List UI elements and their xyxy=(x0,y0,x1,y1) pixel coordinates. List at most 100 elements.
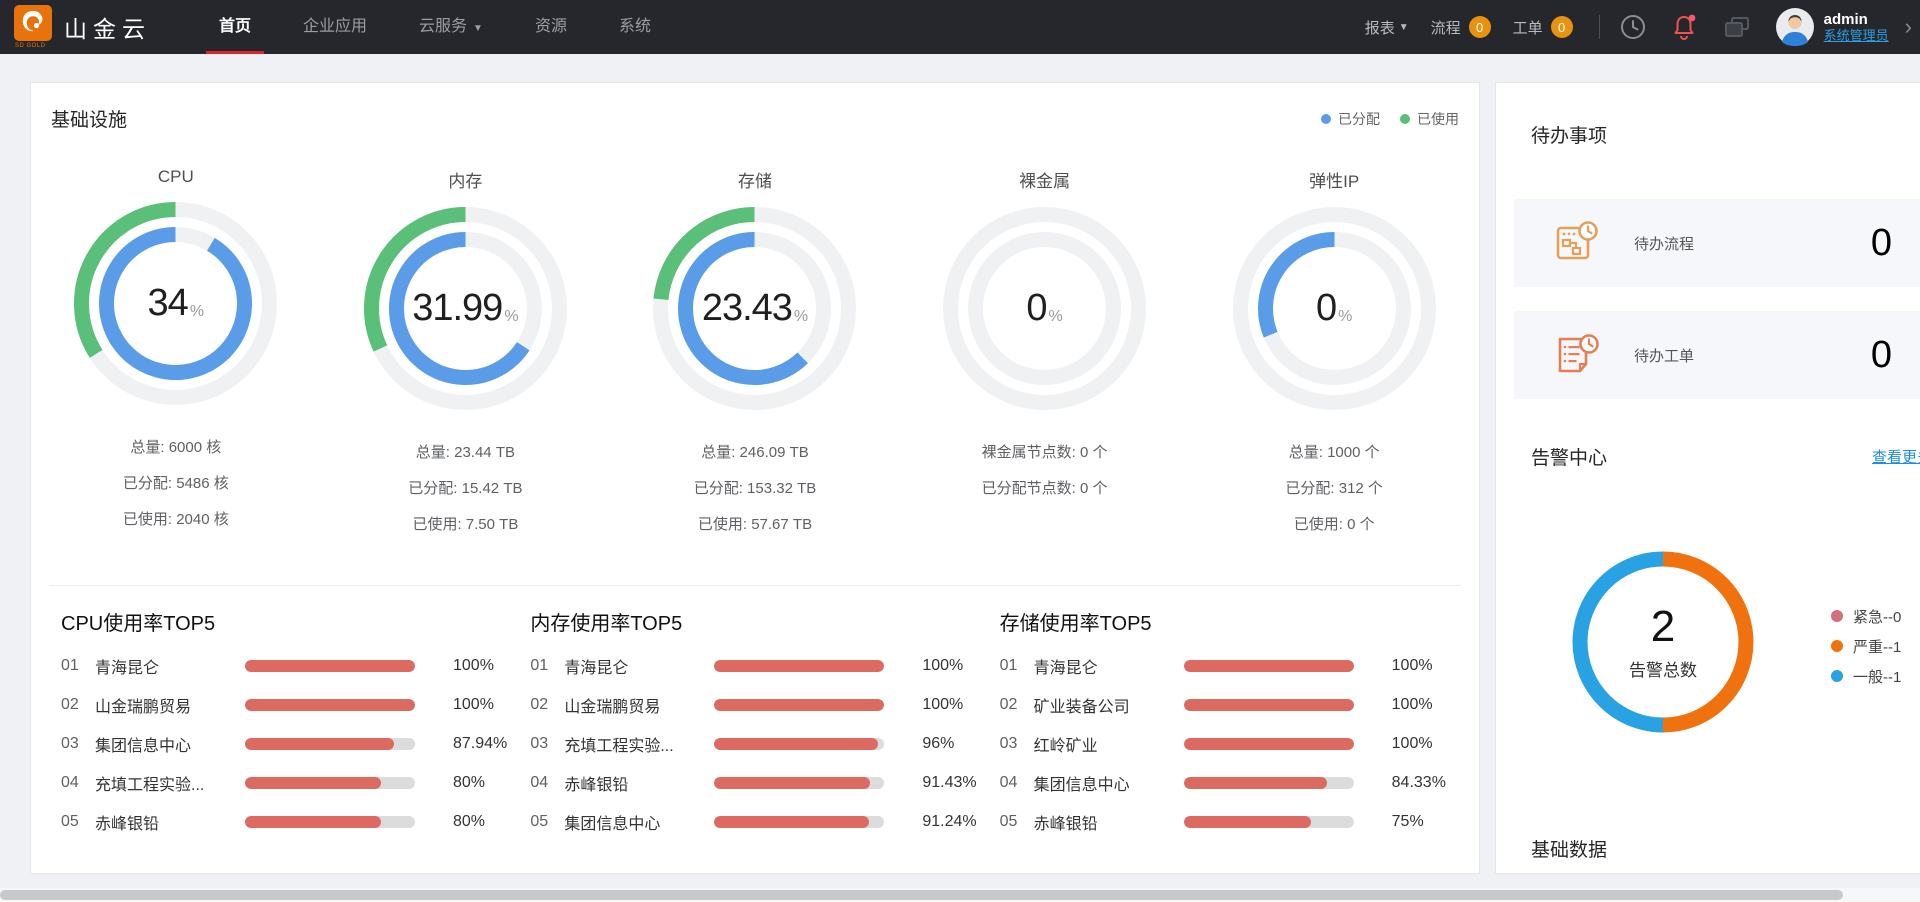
top5-row-item: 03充填工程实验...96% xyxy=(530,724,979,763)
gauge-center-value: 0% xyxy=(1232,206,1437,411)
gauges-row: CPU34%总量: 6000 核已分配: 5486 核已使用: 2040 核内存… xyxy=(31,167,1479,543)
usage-bar xyxy=(714,777,884,789)
legend-label: 已分配 xyxy=(1338,109,1380,129)
rank-label: 04 xyxy=(61,774,95,792)
usage-bar-fill xyxy=(714,816,869,828)
usage-percent: 100% xyxy=(453,696,494,714)
usage-bar xyxy=(714,660,884,672)
main-menu: 首页企业应用云服务▼资源系统 xyxy=(193,0,677,54)
tenant-name: 集团信息中心 xyxy=(564,810,714,834)
top5-title: 内存使用率TOP5 xyxy=(530,607,979,636)
gauge-percent: 23.43 xyxy=(702,287,792,330)
tenant-name: 赤峰银铅 xyxy=(95,810,245,834)
todo-process-label: 待办流程 xyxy=(1634,233,1694,254)
legend-已使用: 已使用 xyxy=(1400,109,1459,129)
top5-row-item: 04赤峰银铅91.43% xyxy=(530,763,979,802)
usage-bar xyxy=(1184,777,1354,789)
gauge-CPU: CPU34%总量: 6000 核已分配: 5486 核已使用: 2040 核 xyxy=(31,167,321,543)
usage-bar xyxy=(1184,816,1354,828)
nav-item-enterprise-app[interactable]: 企业应用 xyxy=(277,0,393,54)
base-data-title: 基础数据 xyxy=(1531,835,1607,862)
top5-row: CPU使用率TOP501青海昆仑100%02山金瑞鹏贸易100%03集团信息中心… xyxy=(61,607,1449,841)
notification-bell-icon[interactable] xyxy=(1670,13,1698,41)
gauge-stat-line: 总量: 6000 核 xyxy=(31,430,321,466)
view-more-link[interactable]: 查看更多 xyxy=(1872,446,1920,467)
rank-label: 04 xyxy=(530,774,564,792)
gauge-title: 弹性IP xyxy=(1189,167,1479,192)
gauge-center-value: 0% xyxy=(942,206,1147,411)
scrollbar-thumb[interactable] xyxy=(0,890,1843,900)
gauge-stat-line: 已分配节点数: 0 个 xyxy=(900,471,1190,507)
user-avatar[interactable] xyxy=(1776,8,1814,46)
gauge-title: 裸金属 xyxy=(900,167,1190,192)
nav-ticket[interactable]: 工单 0 xyxy=(1513,16,1573,38)
nav-item-home[interactable]: 首页 xyxy=(193,0,277,54)
nav-report[interactable]: 报表 ▼ xyxy=(1365,17,1409,38)
top5-row-item: 04充填工程实验...80% xyxy=(61,763,510,802)
chevron-right-icon[interactable]: › xyxy=(1905,14,1912,40)
gauge-stat-line: 已分配: 15.42 TB xyxy=(321,471,611,507)
nav-item-resource[interactable]: 资源 xyxy=(509,0,593,54)
top5-section: 内存使用率TOP501青海昆仑100%02山金瑞鹏贸易100%03充填工程实验.… xyxy=(530,607,979,841)
flow-clock-icon xyxy=(1552,219,1600,267)
user-info[interactable]: admin 系统管理员 xyxy=(1824,11,1889,44)
gauge-内存: 内存31.99%总量: 23.44 TB已分配: 15.42 TB已使用: 7.… xyxy=(321,167,611,543)
chevron-down-icon: ▼ xyxy=(473,23,483,34)
legend-dot xyxy=(1400,114,1410,124)
rank-label: 03 xyxy=(530,735,564,753)
usage-percent: 84.33% xyxy=(1392,774,1446,792)
logo-subtext: SD GOLD xyxy=(15,43,46,49)
gauge-center-value: 23.43% xyxy=(652,206,857,411)
gauge-stat-line: 已使用: 57.67 TB xyxy=(610,507,900,543)
section-divider xyxy=(49,585,1461,586)
gauge-percent-unit: % xyxy=(794,308,808,326)
app-logo[interactable]: SD GOLD 山金云 xyxy=(14,5,151,49)
user-role-link[interactable]: 系统管理员 xyxy=(1824,28,1889,44)
todo-process-card[interactable]: 待办流程 0 xyxy=(1514,199,1920,287)
report-label: 报表 xyxy=(1365,17,1395,38)
alarm-legend-label: 紧急--0 xyxy=(1853,606,1901,627)
history-clock-icon[interactable] xyxy=(1620,14,1646,40)
gauge-stat-line: 总量: 23.44 TB xyxy=(321,435,611,471)
usage-percent: 100% xyxy=(1392,735,1433,753)
rank-label: 03 xyxy=(1000,735,1034,753)
usage-bar-fill xyxy=(714,777,869,789)
usage-percent: 80% xyxy=(453,774,485,792)
horizontal-scrollbar[interactable] xyxy=(0,888,1920,902)
tenant-name: 集团信息中心 xyxy=(1034,771,1184,795)
usage-percent: 100% xyxy=(922,696,963,714)
top-navbar: SD GOLD 山金云 首页企业应用云服务▼资源系统 报表 ▼ 流程 0 工单 … xyxy=(0,0,1920,54)
gauge-stats: 总量: 6000 核已分配: 5486 核已使用: 2040 核 xyxy=(31,430,321,538)
usage-bar-fill xyxy=(245,777,381,789)
nav-process[interactable]: 流程 0 xyxy=(1431,16,1491,38)
usage-percent: 91.43% xyxy=(922,774,976,792)
infrastructure-title: 基础设施 xyxy=(51,105,127,132)
usage-bar-fill xyxy=(1184,816,1312,828)
rank-label: 01 xyxy=(530,657,564,675)
alarm-legend-dot xyxy=(1831,670,1843,682)
top5-row-item: 01青海昆仑100% xyxy=(1000,646,1449,685)
alarm-legend-item: 严重--1 xyxy=(1831,631,1901,661)
todo-ticket-count: 0 xyxy=(1871,334,1892,377)
usage-percent: 91.24% xyxy=(922,813,976,831)
top5-row-item: 02山金瑞鹏贸易100% xyxy=(61,685,510,724)
todo-ticket-card[interactable]: 待办工单 0 xyxy=(1514,311,1920,399)
gauge-percent-unit: % xyxy=(190,303,204,321)
gauge-percent-unit: % xyxy=(1049,308,1063,326)
console-windows-icon[interactable] xyxy=(1722,13,1752,41)
gauge-percent-unit: % xyxy=(1338,308,1352,326)
gauge-donut: 31.99% xyxy=(363,206,568,411)
top5-row-item: 05赤峰银铅75% xyxy=(1000,802,1449,841)
navbar-right: 报表 ▼ 流程 0 工单 0 xyxy=(1365,8,1912,46)
usage-percent: 100% xyxy=(922,657,963,675)
alarm-legend-item: 一般--1 xyxy=(1831,661,1901,691)
infrastructure-header: 基础设施 已分配已使用 xyxy=(51,105,1459,132)
nav-item-cloud-service[interactable]: 云服务▼ xyxy=(393,0,509,54)
usage-bar-fill xyxy=(1184,777,1327,789)
gauge-stat-line: 已使用: 0 个 xyxy=(1189,507,1479,543)
alarm-legend: 紧急--0 严重--1一般--1 xyxy=(1831,601,1901,691)
top5-row-item: 01青海昆仑100% xyxy=(61,646,510,685)
usage-percent: 87.94% xyxy=(453,735,507,753)
nav-item-system[interactable]: 系统 xyxy=(593,0,677,54)
top5-row-item: 01青海昆仑100% xyxy=(530,646,979,685)
